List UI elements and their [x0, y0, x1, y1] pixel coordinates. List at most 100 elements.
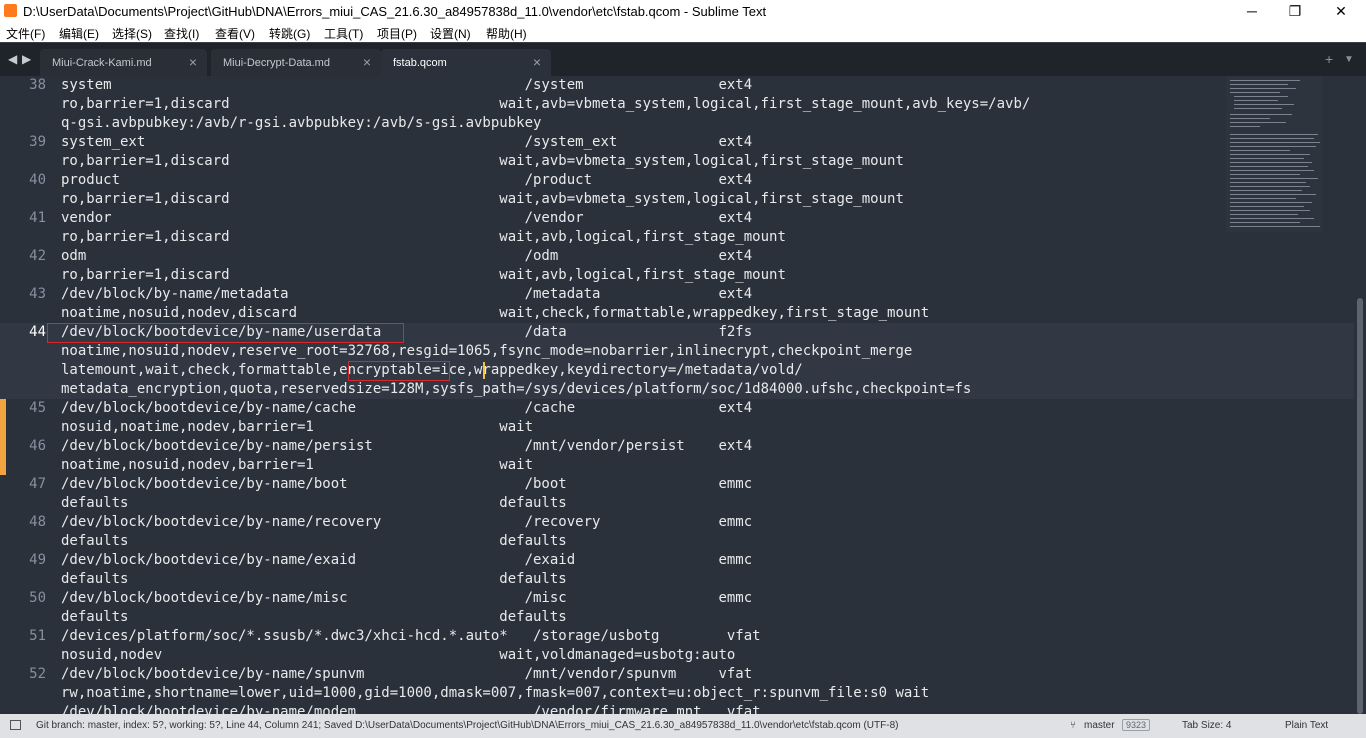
code-line: 50/dev/block/bootdevice/by-name/misc /mi… [0, 589, 1354, 608]
menu-preferences[interactable]: 设置(N) [430, 25, 471, 42]
menu-project[interactable]: 项目(P) [377, 25, 417, 42]
tab-miui-decrypt-data[interactable]: Miui-Decrypt-Data.md × [211, 49, 381, 77]
code-text: /dev/block/by-name/metadata /metadata ex… [61, 286, 753, 302]
status-message: Git branch: master, index: 5?, working: … [36, 720, 899, 731]
tab-nav-right-icon[interactable]: ▶ [22, 52, 31, 66]
code-text: noatime,nosuid,nodev,discard wait,check,… [61, 305, 930, 321]
code-line-wrap: defaults defaults [0, 570, 1354, 589]
close-button[interactable]: ✕ [1318, 0, 1364, 22]
maximize-button[interactable]: ❐ [1272, 0, 1318, 22]
line-number: 46 [29, 438, 46, 454]
code-line-wrap: metadata_encryption,quota,reservedsize=1… [0, 380, 1354, 399]
code-text: rw,noatime,shortname=lower,uid=1000,gid=… [61, 685, 930, 701]
code-text: defaults defaults [61, 609, 567, 625]
code-text: ro,barrier=1,discard wait,avb,logical,fi… [61, 229, 786, 245]
code-line: 46/dev/block/bootdevice/by-name/persist … [0, 437, 1354, 456]
line-number: 40 [29, 172, 46, 188]
text-cursor [483, 362, 485, 379]
git-branch-icon: ⑂ [1070, 720, 1076, 731]
tab-nav-left-icon[interactable]: ◀ [8, 52, 17, 66]
code-line: /dev/block/bootdevice/by-name/modem /ven… [0, 703, 1354, 714]
code-line: 45/dev/block/bootdevice/by-name/cache /c… [0, 399, 1354, 418]
code-text: defaults defaults [61, 571, 567, 587]
tab-close-icon[interactable]: × [189, 54, 197, 70]
menu-file[interactable]: 文件(F) [6, 25, 45, 42]
code-line: 42 odm /odm ext4 [0, 247, 1354, 266]
line-number: 38 [29, 77, 46, 93]
tab-fstab-qcom[interactable]: fstab.qcom × [381, 49, 551, 77]
tab-list-dropdown-icon[interactable]: ▼ [1344, 54, 1354, 65]
scrollbar-thumb[interactable] [1357, 298, 1363, 714]
tab-bar: ◀ ▶ Miui-Crack-Kami.md × Miui-Decrypt-Da… [0, 42, 1366, 77]
code-text: ro,barrier=1,discard wait,avb=vbmeta_sys… [61, 96, 1031, 112]
code-text: metadata_encryption,quota,reservedsize=1… [61, 381, 972, 397]
code-text: /devices/platform/soc/*.ssusb/*.dwc3/xhc… [61, 628, 761, 644]
title-bar: D:\UserData\Documents\Project\GitHub\DNA… [0, 0, 1366, 22]
code-line: 40 product /product ext4 [0, 171, 1354, 190]
menu-help[interactable]: 帮助(H) [486, 25, 527, 42]
minimize-button[interactable]: ─ [1229, 0, 1275, 22]
code-line: 51/devices/platform/soc/*.ssusb/*.dwc3/x… [0, 627, 1354, 646]
sublime-app-icon [4, 4, 17, 17]
menu-view[interactable]: 查看(V) [215, 25, 255, 42]
minimap[interactable] [1226, 76, 1322, 232]
vertical-scrollbar[interactable] [1354, 76, 1366, 714]
code-line-wrap: ro,barrier=1,discard wait,avb=vbmeta_sys… [0, 152, 1354, 171]
line-number: 41 [29, 210, 46, 226]
code-line-wrap: q-gsi.avbpubkey:/avb/r-gsi.avbpubkey:/av… [0, 114, 1354, 133]
menu-tools[interactable]: 工具(T) [324, 25, 363, 42]
code-line-wrap: ro,barrier=1,discard wait,avb,logical,fi… [0, 266, 1354, 285]
menu-goto[interactable]: 转跳(G) [269, 25, 310, 42]
code-line-wrap: ro,barrier=1,discard wait,avb=vbmeta_sys… [0, 95, 1354, 114]
code-line-wrap: defaults defaults [0, 494, 1354, 513]
tab-size-indicator[interactable]: Tab Size: 4 [1182, 720, 1231, 731]
code-text: ro,barrier=1,discard wait,avb=vbmeta_sys… [61, 153, 904, 169]
panel-toggle-icon[interactable] [10, 720, 21, 730]
code-line: 39 system_ext /system_ext ext4 [0, 133, 1354, 152]
code-editor[interactable]: 38 system /system ext4 ro,barrier=1,disca… [0, 76, 1366, 714]
tab-close-icon[interactable]: × [533, 54, 541, 70]
code-line-wrap: ro,barrier=1,discard wait,avb,logical,fi… [0, 228, 1354, 247]
line-number: 43 [29, 286, 46, 302]
tab-label: fstab.qcom [393, 57, 447, 69]
code-line-wrap: rw,noatime,shortname=lower,uid=1000,gid=… [0, 684, 1354, 703]
code-line-wrap: defaults defaults [0, 532, 1354, 551]
code-line-wrap: noatime,nosuid,nodev,reserve_root=32768,… [0, 342, 1354, 361]
new-tab-icon[interactable]: + [1325, 51, 1333, 67]
code-text: ro,barrier=1,discard wait,avb=vbmeta_sys… [61, 191, 904, 207]
line-number: 42 [29, 248, 46, 264]
git-branch-label[interactable]: master [1084, 720, 1115, 731]
code-line-wrap: noatime,nosuid,nodev,discard wait,check,… [0, 304, 1354, 323]
line-number: 49 [29, 552, 46, 568]
code-text: /dev/block/bootdevice/by-name/misc /misc… [61, 590, 753, 606]
tab-miui-crack-kami[interactable]: Miui-Crack-Kami.md × [40, 49, 207, 77]
code-text: product /product ext4 [61, 172, 753, 188]
code-line-wrap: defaults defaults [0, 608, 1354, 627]
line-number: 51 [29, 628, 46, 644]
code-text: /dev/block/bootdevice/by-name/recovery /… [61, 514, 753, 530]
status-bar: Git branch: master, index: 5?, working: … [0, 714, 1366, 738]
menu-edit[interactable]: 编辑(E) [59, 25, 99, 42]
menu-find[interactable]: 查找(I) [164, 25, 199, 42]
code-line-wrap: ro,barrier=1,discard wait,avb=vbmeta_sys… [0, 190, 1354, 209]
code-text: /dev/block/bootdevice/by-name/spunvm /mn… [61, 666, 753, 682]
menu-selection[interactable]: 选择(S) [112, 25, 152, 42]
line-number: 48 [29, 514, 46, 530]
code-text: /dev/block/bootdevice/by-name/boot /boot… [61, 476, 753, 492]
badge-text: 9323 [1122, 719, 1151, 731]
code-line-wrap: nosuid,noatime,nodev,barrier=1 wait [0, 418, 1354, 437]
line-number: 45 [29, 400, 46, 416]
window-title: D:\UserData\Documents\Project\GitHub\DNA… [23, 4, 767, 19]
line-number: 44 [29, 324, 46, 340]
code-line: 48/dev/block/bootdevice/by-name/recovery… [0, 513, 1354, 532]
code-text: noatime,nosuid,nodev,reserve_root=32768,… [61, 343, 913, 359]
tab-close-icon[interactable]: × [363, 54, 371, 70]
code-text: odm /odm ext4 [61, 248, 753, 264]
code-text: defaults defaults [61, 533, 567, 549]
code-line: 38 system /system ext4 [0, 76, 1354, 95]
code-line: 41 vendor /vendor ext4 [0, 209, 1354, 228]
syntax-indicator[interactable]: Plain Text [1285, 720, 1328, 731]
code-text: /dev/block/bootdevice/by-name/exaid /exa… [61, 552, 753, 568]
userdata-annotation-box [47, 323, 404, 343]
code-line-wrap: noatime,nosuid,nodev,barrier=1 wait [0, 456, 1354, 475]
